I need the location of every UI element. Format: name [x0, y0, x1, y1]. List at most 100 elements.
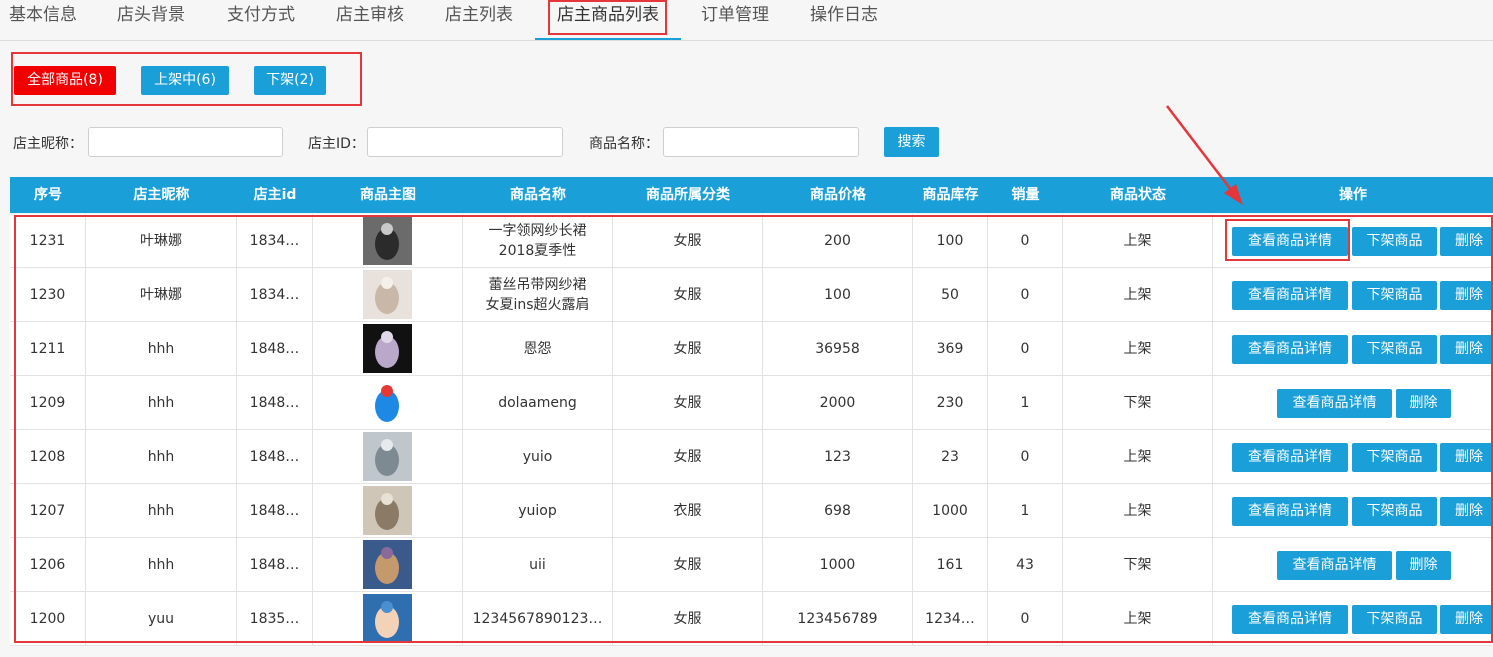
tab-owner-list[interactable]: 店主列表: [436, 0, 522, 40]
cell-sales-text: 0: [1020, 286, 1030, 303]
cell-no-text: 1208: [29, 448, 66, 465]
cell-stock: 100: [913, 214, 988, 267]
cell-nickname-text: yuu: [147, 610, 175, 627]
cell-sales: 0: [988, 268, 1063, 321]
view-detail-button[interactable]: 查看商品详情: [1232, 227, 1348, 256]
cell-sales-text: 0: [1020, 448, 1030, 465]
cell-product-name: dolaameng: [463, 376, 613, 429]
cell-status: 上架: [1063, 592, 1213, 645]
nickname-input[interactable]: [88, 127, 283, 157]
delete-button[interactable]: 删除: [1440, 605, 1493, 634]
cell-status-text: 下架: [1123, 556, 1152, 573]
cell-sales: 0: [988, 592, 1063, 645]
filter-on-shelf-button[interactable]: 上架中(6): [141, 66, 229, 95]
cell-main-image: [313, 376, 463, 429]
cell-category-text: 衣服: [673, 502, 702, 519]
view-detail-button[interactable]: 查看商品详情: [1232, 335, 1348, 364]
view-detail-button[interactable]: 查看商品详情: [1232, 497, 1348, 526]
take-down-button[interactable]: 下架商品: [1352, 281, 1437, 310]
cell-category: 女服: [613, 214, 763, 267]
search-button[interactable]: 搜索: [884, 127, 939, 157]
cell-no-text: 1211: [29, 340, 66, 357]
cell-stock: 369: [913, 322, 988, 375]
owner-id-label: 店主ID：: [308, 136, 365, 152]
take-down-button[interactable]: 下架商品: [1352, 335, 1437, 364]
cell-sales-text: 1: [1020, 394, 1030, 411]
cell-no-text: 1206: [29, 556, 66, 573]
cell-stock-text: 1000: [932, 502, 968, 519]
delete-button[interactable]: 删除: [1440, 443, 1493, 472]
cell-stock: 161: [913, 538, 988, 591]
landscape-photo: [363, 540, 412, 589]
cell-sales: 1: [988, 484, 1063, 537]
view-detail-button[interactable]: 查看商品详情: [1232, 605, 1348, 634]
cell-no-text: 1209: [29, 394, 66, 411]
cell-stock-text: 1234…: [925, 610, 975, 627]
take-down-button[interactable]: 下架商品: [1352, 605, 1437, 634]
cell-main-image: [313, 484, 463, 537]
owner-id-input[interactable]: [367, 127, 563, 157]
delete-button[interactable]: 删除: [1440, 281, 1493, 310]
delete-button[interactable]: 删除: [1396, 389, 1451, 418]
cell-owner-id-text: 1834…: [249, 232, 300, 249]
filter-all-button[interactable]: 全部商品(8): [14, 66, 116, 95]
cell-actions: 查看商品详情 下架商品 删除: [1213, 592, 1493, 645]
tab-owner-review[interactable]: 店主审核: [327, 0, 413, 40]
cell-nickname-text: hhh: [147, 340, 175, 357]
cell-main-image: [313, 430, 463, 483]
delete-button[interactable]: 删除: [1440, 497, 1493, 526]
view-detail-button[interactable]: 查看商品详情: [1277, 389, 1392, 418]
cell-actions: 查看商品详情 删除: [1213, 538, 1493, 591]
header-actions: 操作: [1339, 187, 1367, 203]
cell-no-text: 1231: [29, 232, 66, 249]
cell-owner-id: 1848…: [237, 484, 313, 537]
tab-operation-log[interactable]: 操作日志: [801, 0, 887, 40]
cell-price-text: 2000: [819, 394, 856, 411]
table-row: 1206 hhh 1848… uii 女服 1000 161 43 下架 查看商品详情 删除: [10, 538, 1493, 592]
view-detail-button[interactable]: 查看商品详情: [1232, 281, 1348, 310]
delete-button[interactable]: 删除: [1440, 335, 1493, 364]
cell-price: 123456789: [763, 592, 913, 645]
delete-button[interactable]: 删除: [1440, 227, 1493, 256]
doraemon-photo: [363, 378, 412, 427]
cell-status-text: 上架: [1123, 610, 1152, 627]
flower-dark-photo: [363, 324, 412, 373]
take-down-button[interactable]: 下架商品: [1352, 443, 1437, 472]
cell-owner-id-text: 1848…: [249, 502, 300, 519]
cell-actions: 查看商品详情 下架商品 删除: [1213, 430, 1493, 483]
cell-main-image: [313, 538, 463, 591]
cell-status-text: 上架: [1123, 502, 1152, 519]
tab-store-header-bg[interactable]: 店头背景: [108, 0, 194, 40]
cell-category: 女服: [613, 430, 763, 483]
cell-main-image: [313, 592, 463, 645]
cell-status: 上架: [1063, 322, 1213, 375]
cell-product-name: 蕾丝吊带网纱裙 女夏ins超火露肩: [463, 268, 613, 321]
cell-price-text: 36958: [815, 340, 860, 357]
cell-owner-id-text: 1848…: [249, 556, 300, 573]
tab-basic-info[interactable]: 基本信息: [0, 0, 86, 40]
cell-sales-text: 0: [1020, 340, 1030, 357]
cell-product-name-text: 1234567890123…: [472, 610, 603, 627]
cell-category-text: 女服: [673, 610, 702, 627]
product-name-input[interactable]: [663, 127, 859, 157]
cell-price: 200: [763, 214, 913, 267]
header-no: 序号: [34, 187, 62, 203]
woman-dress-photo: [363, 216, 412, 265]
cell-stock-text: 100: [936, 232, 964, 249]
cell-no-text: 1200: [29, 610, 66, 627]
cell-stock-text: 23: [941, 448, 959, 465]
view-detail-button[interactable]: 查看商品详情: [1277, 551, 1392, 580]
cell-stock: 230: [913, 376, 988, 429]
tab-order-management[interactable]: 订单管理: [692, 0, 778, 40]
take-down-button[interactable]: 下架商品: [1352, 227, 1437, 256]
tab-payment-method[interactable]: 支付方式: [218, 0, 304, 40]
cell-owner-id: 1835…: [237, 592, 313, 645]
tab-owner-product-list[interactable]: 店主商品列表: [535, 0, 681, 40]
cell-stock-text: 161: [936, 556, 964, 573]
view-detail-button[interactable]: 查看商品详情: [1232, 443, 1348, 472]
filter-off-shelf-button[interactable]: 下架(2): [254, 66, 326, 95]
take-down-button[interactable]: 下架商品: [1352, 497, 1437, 526]
cell-stock-text: 369: [936, 340, 964, 357]
cell-main-image: [313, 268, 463, 321]
delete-button[interactable]: 删除: [1396, 551, 1451, 580]
